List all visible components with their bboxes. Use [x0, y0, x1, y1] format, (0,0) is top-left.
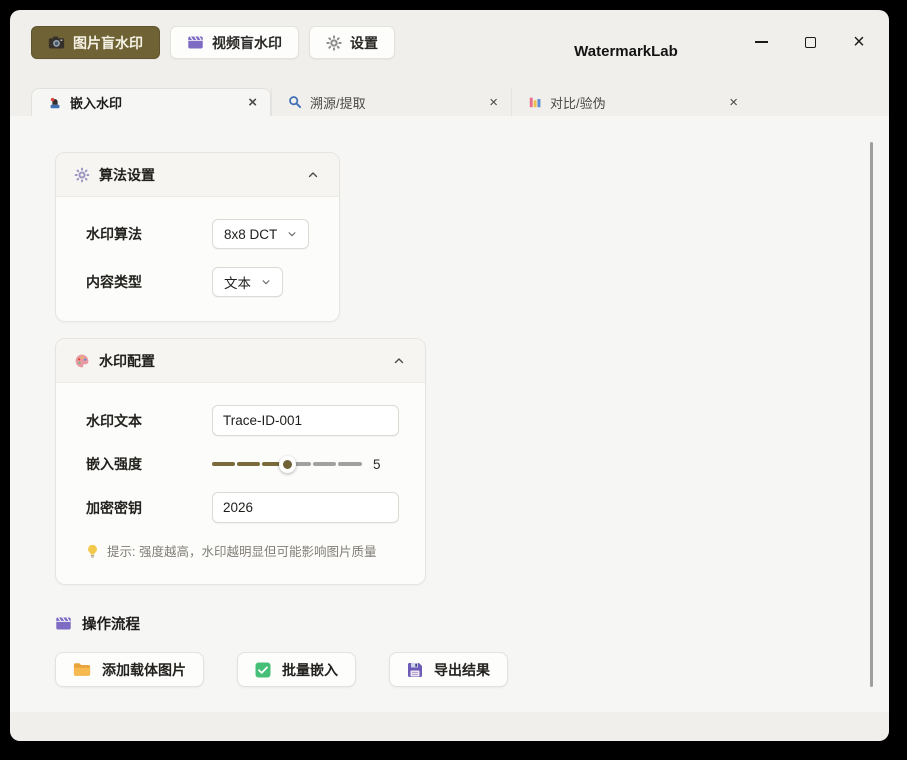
field-label: 内容类型	[86, 272, 212, 292]
chevron-down-icon	[287, 229, 297, 239]
embed-strength-value: 5	[373, 457, 381, 472]
mode-button-label: 视频盲水印	[212, 33, 282, 53]
workflow-title: 操作流程	[82, 613, 140, 634]
floppy-icon	[407, 662, 423, 678]
strength-tip: 提示: 强度越高，水印越明显但可能影响图片质量	[86, 541, 409, 560]
tab-compare-verify[interactable]: 对比/验伪 ×	[511, 88, 751, 116]
folder-icon	[73, 662, 91, 677]
tab-trace-extract[interactable]: 溯源/提取 ×	[271, 88, 511, 116]
tab-close-icon[interactable]: ×	[729, 95, 738, 110]
gear-flower-icon	[74, 167, 90, 183]
screen: 图片盲水印 视频盲水印 设置 WatermarkLab	[0, 0, 907, 760]
card-title: 水印配置	[99, 351, 155, 371]
select-value: 8x8 DCT	[224, 227, 277, 242]
mode-button-video-watermark[interactable]: 视频盲水印	[170, 26, 299, 59]
field-label: 水印文本	[86, 411, 212, 431]
button-label: 批量嵌入	[282, 660, 338, 680]
tab-embed-watermark[interactable]: 嵌入水印 ×	[31, 88, 271, 116]
field-label: 水印算法	[86, 224, 212, 244]
export-results-button[interactable]: 导出结果	[389, 652, 508, 687]
watermark-config-card: 水印配置 水印文本 嵌入强度	[55, 338, 426, 585]
tab-close-icon[interactable]: ×	[489, 95, 498, 110]
window-controls: ×	[753, 34, 867, 50]
title-bar: 图片盲水印 视频盲水印 设置 WatermarkLab	[10, 10, 889, 88]
tab-bar: 嵌入水印 × 溯源/提取 × 对比/验伪 ×	[31, 88, 889, 116]
clapperboard-icon	[187, 34, 204, 51]
scrollbar-thumb[interactable]	[870, 142, 873, 687]
slider-track-segment	[338, 462, 362, 466]
slider-track-segment	[212, 462, 235, 466]
content-type-row: 内容类型 文本	[86, 267, 323, 297]
maximize-button[interactable]	[802, 34, 818, 50]
embed-strength-row: 嵌入强度 5	[86, 454, 409, 474]
chart-icon	[528, 95, 542, 109]
watermark-config-header[interactable]: 水印配置	[56, 339, 425, 383]
algorithm-settings-header[interactable]: 算法设置	[56, 153, 339, 197]
field-label: 加密密钥	[86, 498, 212, 518]
content-type-select[interactable]: 文本	[212, 267, 283, 297]
slider-track-segment	[313, 462, 336, 466]
encryption-key-input[interactable]	[212, 492, 399, 523]
chevron-up-icon[interactable]	[307, 169, 319, 181]
tab-label: 嵌入水印	[70, 93, 122, 112]
close-icon: ×	[853, 34, 865, 50]
tip-text: 提示: 强度越高，水印越明显但可能影响图片质量	[107, 541, 376, 560]
window-title: WatermarkLab	[574, 43, 678, 60]
slider-handle[interactable]	[279, 456, 296, 473]
palette-icon	[74, 353, 90, 369]
embed-watermark-panel: 算法设置 水印算法 8x8 DCT	[10, 116, 889, 712]
watermark-config-body: 水印文本 嵌入强度	[56, 383, 425, 584]
mode-button-label: 图片盲水印	[73, 33, 143, 53]
mode-button-image-watermark[interactable]: 图片盲水印	[31, 26, 160, 59]
mode-button-settings[interactable]: 设置	[309, 26, 395, 59]
algorithm-settings-card: 算法设置 水印算法 8x8 DCT	[55, 152, 340, 322]
add-carrier-image-button[interactable]: 添加载体图片	[55, 652, 204, 687]
watermark-text-row: 水印文本	[86, 405, 409, 436]
button-label: 导出结果	[434, 660, 490, 680]
minimize-icon	[755, 41, 768, 43]
chevron-up-icon[interactable]	[393, 355, 405, 367]
encryption-key-row: 加密密钥	[86, 492, 409, 523]
select-value: 文本	[224, 272, 251, 292]
lightbulb-icon	[86, 544, 99, 558]
tab-label: 溯源/提取	[310, 93, 366, 112]
algorithm-settings-body: 水印算法 8x8 DCT 内容类型 文本	[56, 197, 339, 321]
stamp-icon	[48, 96, 62, 110]
camera-icon	[48, 34, 65, 51]
close-button[interactable]: ×	[851, 34, 867, 50]
app-window: 图片盲水印 视频盲水印 设置 WatermarkLab	[10, 10, 889, 741]
maximize-icon	[805, 37, 816, 48]
field-label: 嵌入强度	[86, 454, 212, 474]
button-label: 添加载体图片	[102, 660, 186, 680]
watermark-algorithm-row: 水印算法 8x8 DCT	[86, 219, 323, 249]
watermark-text-input[interactable]	[212, 405, 399, 436]
workflow-section-header: 操作流程	[55, 613, 889, 634]
clapperboard-icon	[55, 615, 72, 632]
tab-label: 对比/验伪	[550, 93, 606, 112]
slider-handle-dot	[283, 460, 292, 469]
gear-icon	[326, 35, 342, 51]
check-icon	[255, 662, 271, 678]
workflow-buttons: 添加载体图片 批量嵌入 导出结果	[55, 652, 889, 687]
batch-embed-button[interactable]: 批量嵌入	[237, 652, 356, 687]
card-title: 算法设置	[99, 165, 155, 185]
chevron-down-icon	[261, 277, 271, 287]
minimize-button[interactable]	[753, 34, 769, 50]
magnifier-icon	[288, 95, 302, 109]
mode-button-label: 设置	[350, 33, 378, 53]
embed-strength-slider[interactable]	[212, 456, 362, 472]
watermark-algorithm-select[interactable]: 8x8 DCT	[212, 219, 309, 249]
mode-switcher: 图片盲水印 视频盲水印 设置	[31, 26, 395, 59]
tab-close-icon[interactable]: ×	[248, 95, 257, 110]
slider-track-segment	[237, 462, 260, 466]
